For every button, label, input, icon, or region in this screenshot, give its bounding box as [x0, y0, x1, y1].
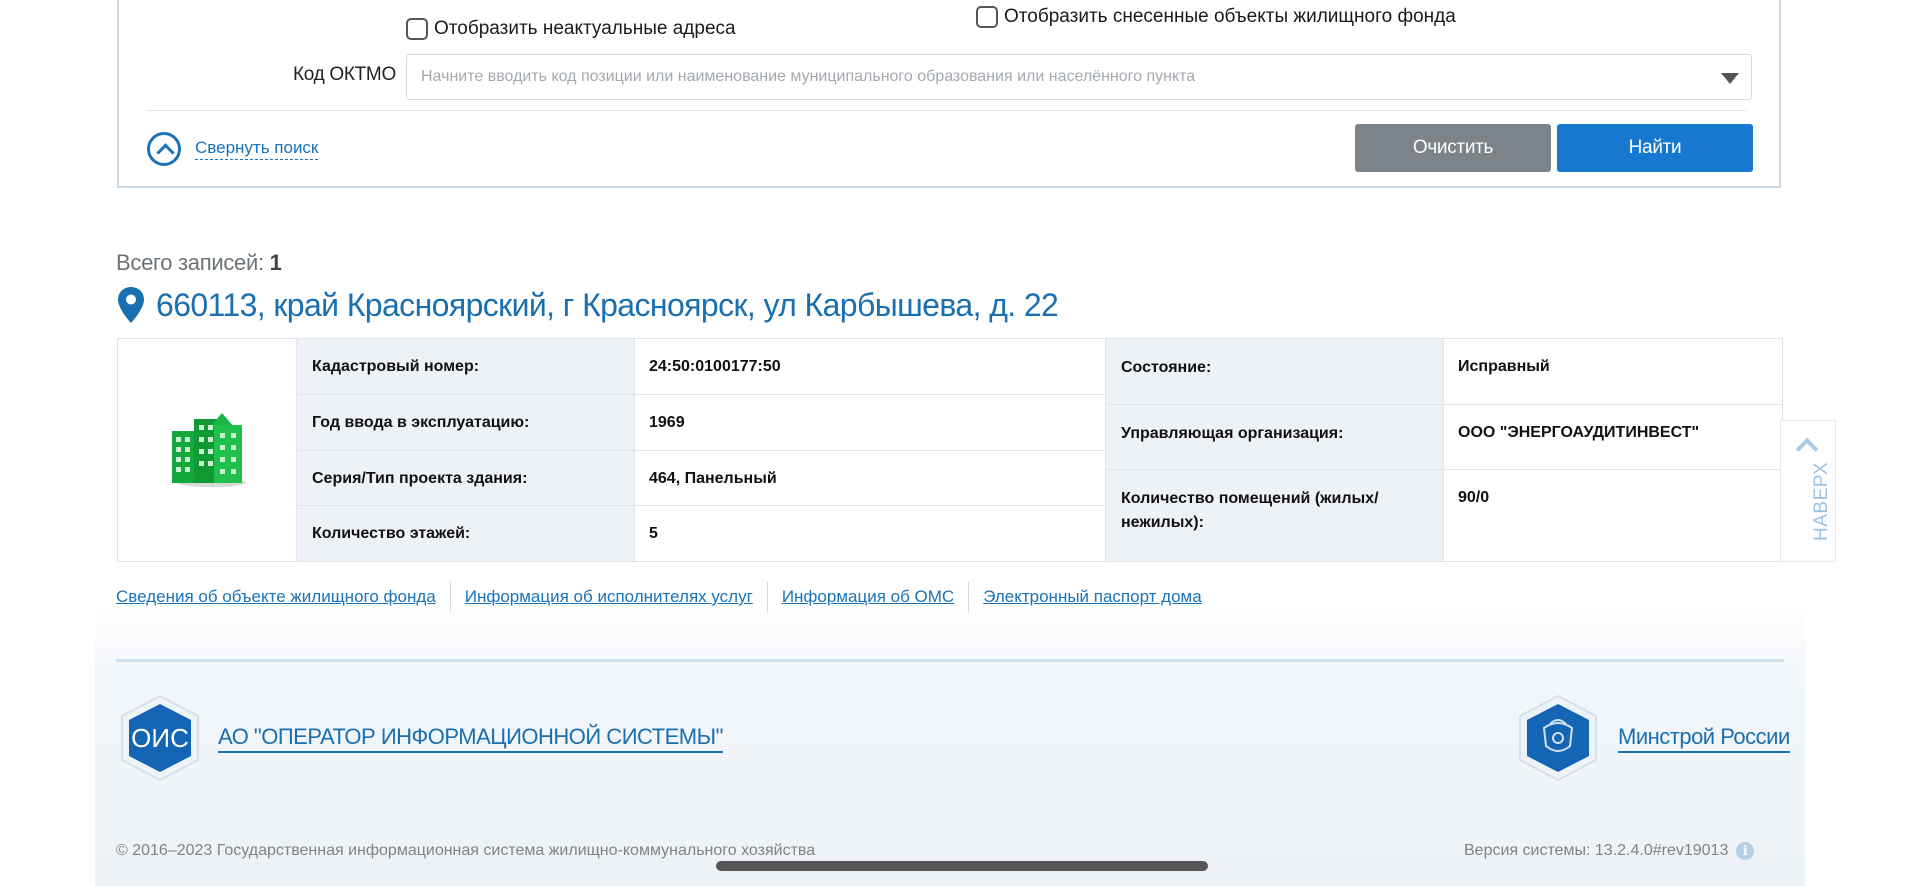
collapse-search-link[interactable]: Свернуть поиск [195, 138, 319, 160]
link-separator [449, 582, 451, 612]
ois-logo: ОИС [121, 694, 199, 782]
checkbox-box[interactable] [406, 18, 428, 40]
card-row: Год ввода в эксплуатацию: 1969 [297, 394, 1106, 451]
card-right-column: Состояние: Исправный Управляющая организ… [1106, 339, 1782, 561]
total-count: 1 [269, 250, 282, 275]
minstroy-block[interactable]: Минстрой России [1514, 694, 1790, 782]
address-link[interactable]: 660113, край Красноярский, г Красноярск,… [156, 287, 1059, 324]
link-service-providers[interactable]: Информация об исполнителях услуг [465, 587, 753, 607]
checkbox-box[interactable] [976, 6, 998, 28]
card-row: Количество помещений (жилых/нежилых): 90… [1106, 470, 1782, 561]
field-key: Кадастровый номер: [297, 339, 635, 394]
back-to-top-button[interactable]: НАВЕРХ [1780, 420, 1836, 562]
card-row: Состояние: Исправный [1106, 339, 1782, 405]
map-pin-icon [116, 286, 146, 324]
field-key: Управляющая организация: [1106, 404, 1444, 470]
link-oms-info[interactable]: Информация об ОМС [782, 587, 954, 607]
operator-link[interactable]: АО "ОПЕРАТОР ИНФОРМАЦИОННОЙ СИСТЕМЫ" [218, 724, 723, 753]
field-key: Серия/Тип проекта здания: [297, 450, 635, 506]
info-icon[interactable]: i [1736, 842, 1755, 860]
card-row: Управляющая организация: ООО "ЭНЕРГОАУДИ… [1106, 404, 1782, 471]
ois-logo-text: ОИС [131, 723, 189, 753]
building-image-cell [118, 339, 297, 561]
field-value: Исправный [1444, 339, 1782, 404]
total-label: Всего записей: [116, 250, 264, 275]
collapse-search-toggle[interactable]: Свернуть поиск [147, 132, 319, 166]
checkbox-label: Отобразить неактуальные адреса [434, 18, 736, 39]
link-housing-object-info[interactable]: Сведения об объекте жилищного фонда [116, 587, 436, 607]
find-button[interactable]: Найти [1557, 124, 1753, 172]
chevron-up-circle-icon[interactable] [147, 132, 181, 166]
field-value: ООО "ЭНЕРГОАУДИТИНВЕСТ" [1444, 404, 1782, 470]
total-records: Всего записей: 1 [116, 250, 282, 276]
house-links: Сведения об объекте жилищного фонда Инфо… [116, 582, 1202, 612]
card-left-column: Кадастровый номер: 24:50:0100177:50 Год … [297, 339, 1106, 561]
oktmo-select[interactable]: Начните вводить код позиции или наименов… [406, 54, 1752, 100]
field-key: Состояние: [1106, 339, 1444, 404]
field-key: Количество этажей: [297, 506, 635, 561]
show-demolished-checkbox[interactable]: Отобразить снесенные объекты жилищного ф… [976, 6, 1456, 28]
home-indicator[interactable] [716, 861, 1208, 871]
link-separator [968, 582, 970, 612]
link-separator [766, 582, 768, 612]
oktmo-placeholder: Начните вводить код позиции или наименов… [421, 68, 1196, 85]
oktmo-label: Код ОКТМО [293, 64, 396, 85]
system-version: Версия системы: 13.2.4.0#rev19013 i [1464, 842, 1755, 860]
minstroy-link[interactable]: Минстрой России [1618, 724, 1790, 753]
address-heading[interactable]: 660113, край Красноярский, г Красноярск,… [116, 286, 1059, 324]
house-card: Кадастровый номер: 24:50:0100177:50 Год … [117, 338, 1783, 562]
russia-emblem-logo [1519, 694, 1597, 782]
card-row: Серия/Тип проекта здания: 464, Панельный [297, 450, 1106, 507]
field-value: 24:50:0100177:50 [635, 339, 1106, 394]
divider [147, 110, 1747, 111]
footer-divider [116, 659, 1784, 662]
building-icon [172, 413, 246, 487]
card-row: Количество этажей: 5 [297, 506, 1106, 561]
field-value: 464, Панельный [635, 450, 1106, 506]
field-key: Количество помещений (жилых/нежилых): [1106, 470, 1444, 561]
caret-down-icon[interactable] [1721, 73, 1739, 84]
field-value: 90/0 [1444, 470, 1782, 561]
back-to-top-label[interactable]: НАВЕРХ [1811, 462, 1833, 541]
show-inactive-addresses-checkbox[interactable]: Отобразить неактуальные адреса [406, 18, 736, 40]
field-key: Год ввода в эксплуатацию: [297, 394, 635, 450]
link-electronic-passport[interactable]: Электронный паспорт дома [983, 587, 1202, 607]
copyright: © 2016–2023 Государственная информационн… [116, 842, 816, 859]
version-text: Версия системы: 13.2.4.0#rev19013 [1464, 842, 1729, 859]
clear-button[interactable]: Очистить [1355, 124, 1551, 172]
field-value: 5 [635, 506, 1106, 561]
checkbox-label: Отобразить снесенные объекты жилищного ф… [1004, 6, 1456, 27]
field-value: 1969 [635, 394, 1106, 450]
operator-block[interactable]: ОИС АО "ОПЕРАТОР ИНФОРМАЦИОННОЙ СИСТЕМЫ" [116, 694, 723, 782]
card-row: Кадастровый номер: 24:50:0100177:50 [297, 339, 1106, 395]
chevron-up-icon[interactable] [1795, 437, 1819, 461]
